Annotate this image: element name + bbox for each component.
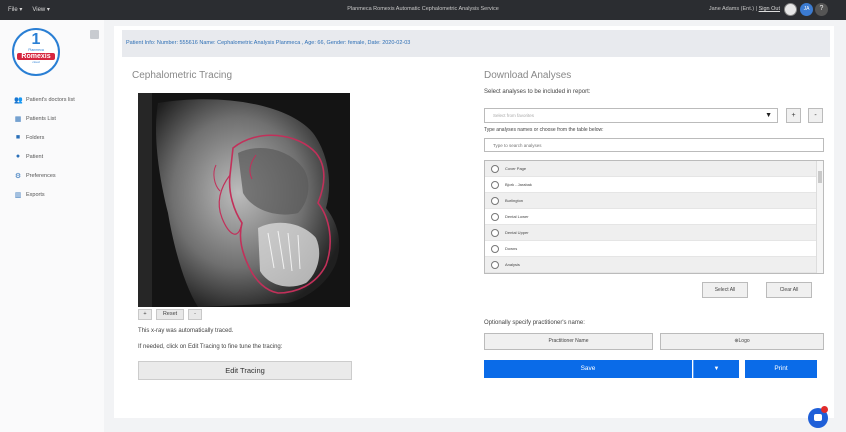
gear-icon: ⚙	[14, 172, 22, 180]
radio-button[interactable]	[491, 212, 499, 221]
list-item[interactable]: Cover Page	[485, 161, 823, 177]
clear-all-button[interactable]: Clear All	[766, 282, 812, 298]
practitioner-label: Optionally specify practitioner's name:	[484, 320, 585, 326]
list-item[interactable]: Analysis	[485, 257, 823, 273]
sidebar-item-patients-list[interactable]: ▦ Patients List	[14, 109, 75, 128]
list-item[interactable]: Downs	[485, 241, 823, 257]
user-name: Jane Adams (Ent.)	[708, 6, 755, 12]
collapse-sidebar-button[interactable]	[90, 30, 99, 39]
list-item[interactable]: Dental Upper	[485, 225, 823, 241]
table-icon: ▦	[14, 115, 22, 123]
chat-widget-button[interactable]	[808, 406, 828, 428]
chat-bubble-icon	[814, 414, 822, 421]
sidebar-item-exports[interactable]: ▥ Exports	[14, 185, 75, 204]
sidebar: 1 Planmeca Romexis cloud 👥 Patient's doc…	[0, 20, 104, 432]
radio-button[interactable]	[491, 180, 499, 189]
download-title: Download Analyses	[484, 70, 572, 81]
user-info: Jane Adams (Ent.) | Sign Out	[708, 6, 780, 12]
favorites-select[interactable]: Select from favorites ▼	[484, 108, 778, 123]
edit-tracing-button[interactable]: Edit Tracing	[138, 361, 352, 380]
save-button[interactable]: Save	[484, 360, 692, 378]
select-analyses-label: Select analyses to be included in report…	[484, 89, 591, 95]
sidebar-item-patient[interactable]: ● Patient	[14, 147, 75, 166]
xray-tracing-overlay	[138, 93, 350, 307]
cephalometric-xray-image[interactable]	[138, 93, 350, 307]
list-item[interactable]: Bjork - Jarabak	[485, 177, 823, 193]
list-scrollbar[interactable]	[816, 161, 823, 273]
sidebar-item-folders[interactable]: ■ Folders	[14, 128, 75, 147]
radio-button[interactable]	[491, 196, 499, 205]
chart-icon: ▥	[14, 191, 22, 199]
sidebar-item-label: Patient's doctors list	[26, 96, 75, 103]
radio-button[interactable]	[491, 228, 499, 237]
remove-favorite-button[interactable]: -	[808, 108, 823, 123]
notification-dot	[821, 406, 828, 413]
help-icon[interactable]: ?	[815, 3, 828, 16]
sidebar-item-preferences[interactable]: ⚙ Preferences	[14, 166, 75, 185]
add-favorite-button[interactable]: +	[786, 108, 801, 123]
sidebar-item-label: Patient	[26, 153, 44, 160]
folder-icon: ■	[15, 134, 21, 141]
romexis-logo: 1 Planmeca Romexis cloud	[12, 28, 60, 76]
patient-info-banner: Patient Info: Number: 555616 Name: Cepha…	[122, 30, 830, 57]
title-bar: File ▾ View ▾ Planmeca Romexis Automatic…	[0, 0, 846, 20]
radio-button[interactable]	[491, 260, 499, 269]
radio-button[interactable]	[491, 244, 499, 253]
reset-zoom-button[interactable]: Reset	[156, 309, 184, 320]
chevron-down-icon: ▼	[765, 112, 772, 119]
favorites-placeholder: Select from favorites	[493, 113, 535, 118]
logo-button[interactable]: ⊕Logo	[660, 333, 824, 350]
scrollbar-thumb[interactable]	[818, 171, 822, 183]
save-options-dropdown[interactable]: ▼	[693, 360, 739, 378]
print-button[interactable]: Print	[745, 360, 817, 378]
sidebar-item-label: Folders	[26, 134, 45, 141]
user-icon: ●	[15, 153, 21, 160]
list-item[interactable]: Burlington	[485, 193, 823, 209]
users-icon: 👥	[14, 96, 23, 104]
zoom-out-button[interactable]: -	[188, 309, 202, 320]
sidebar-item-label: Exports	[26, 191, 45, 198]
type-analyses-label: Type analyses names or choose from the t…	[484, 127, 604, 133]
practitioner-name-button[interactable]: Practitioner Name	[484, 333, 653, 350]
sidebar-item-label: Patients List	[26, 115, 56, 122]
radio-button[interactable]	[491, 164, 499, 173]
sidebar-item-label: Preferences	[26, 172, 56, 179]
sign-out-link[interactable]: Sign Out	[759, 6, 780, 12]
analyses-list: Cover Page Bjork - Jarabak Burlington De…	[484, 160, 824, 274]
analyses-search-input[interactable]	[484, 138, 824, 152]
select-all-button[interactable]: Select All	[702, 282, 748, 298]
status-indicator	[784, 3, 797, 16]
main-panel: Patient Info: Number: 555616 Name: Cepha…	[114, 26, 834, 418]
sidebar-item-doctors-list[interactable]: 👥 Patient's doctors list	[14, 90, 75, 109]
list-item[interactable]: Dental Lower	[485, 209, 823, 225]
edit-hint-text: If needed, click on Edit Tracing to fine…	[138, 344, 283, 350]
sidebar-nav: 👥 Patient's doctors list ▦ Patients List…	[14, 90, 75, 204]
tracing-title: Cephalometric Tracing	[132, 70, 233, 81]
zoom-in-button[interactable]: +	[138, 309, 152, 320]
avatar[interactable]: JA	[800, 3, 813, 16]
auto-traced-text: This x-ray was automatically traced.	[138, 328, 234, 334]
